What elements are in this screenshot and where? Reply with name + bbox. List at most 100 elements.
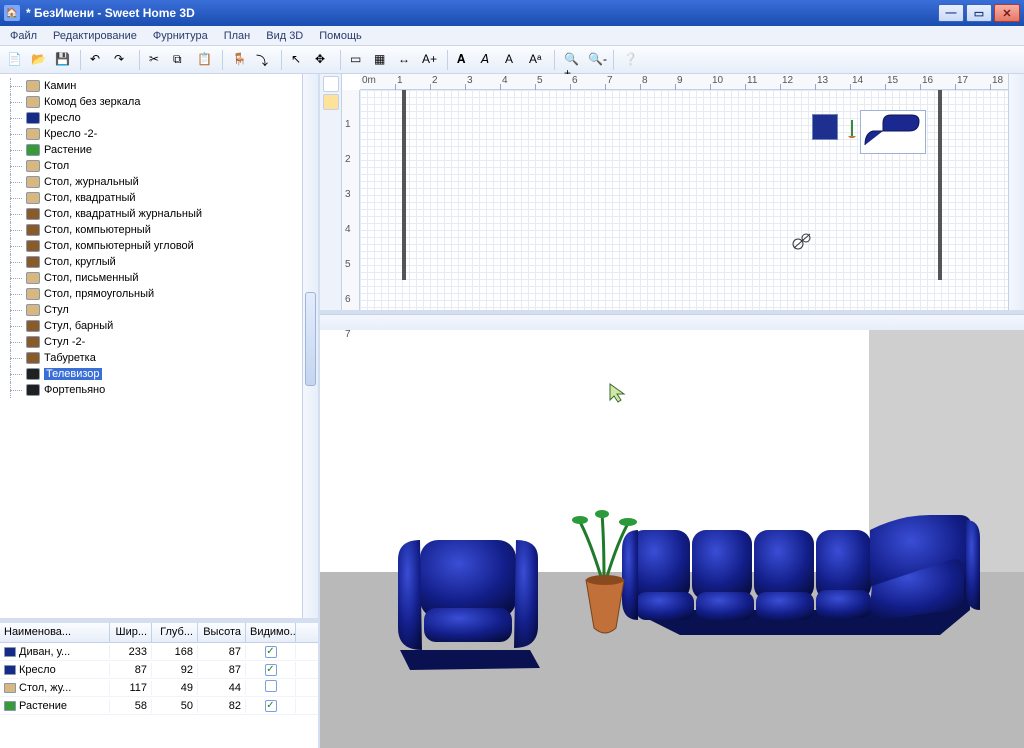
main-area: КаминКомод без зеркалаКреслоКресло -2-Ра… xyxy=(0,74,1024,748)
wall-segment[interactable] xyxy=(402,90,406,280)
col-name[interactable]: Наименова... xyxy=(0,623,110,642)
sofa-3d[interactable] xyxy=(620,460,980,650)
tree-scrollbar[interactable] xyxy=(302,74,318,618)
checkbox-icon[interactable]: ✓ xyxy=(265,700,277,712)
plan-canvas[interactable]: 0m 123456789101112131415161718 1234567 xyxy=(342,74,1008,310)
ruler-tick-label: 11 xyxy=(747,75,757,86)
furniture-tree[interactable]: КаминКомод без зеркалаКреслоКресло -2-Ра… xyxy=(0,74,302,618)
tree-item[interactable]: Стол, прямоугольный xyxy=(2,286,300,302)
menu-help[interactable]: Помощь xyxy=(313,28,368,44)
col-visible[interactable]: Видимо... xyxy=(246,623,296,642)
tree-item[interactable]: Фортепьяно xyxy=(2,382,300,398)
tree-item[interactable]: Кресло xyxy=(2,110,300,126)
plant-3d[interactable] xyxy=(570,510,640,640)
col-height[interactable]: Высота xyxy=(198,623,246,642)
open-file-icon[interactable]: 📂 xyxy=(28,49,50,71)
furniture-icon xyxy=(26,144,40,156)
tree-item[interactable]: Стул -2- xyxy=(2,334,300,350)
tree-item-label: Стол, круглый xyxy=(44,256,116,268)
tree-item[interactable]: Растение xyxy=(2,142,300,158)
menu-edit[interactable]: Редактирование xyxy=(47,28,143,44)
plan-scrollbar-horizontal[interactable] xyxy=(320,314,1024,330)
menu-furniture[interactable]: Фурнитура xyxy=(147,28,214,44)
redo-icon[interactable]: ↷ xyxy=(111,49,133,71)
import-furniture-icon[interactable]: ⤵ xyxy=(253,49,275,71)
text-italic-icon[interactable]: 𝘈 xyxy=(478,49,500,71)
minimize-button[interactable]: — xyxy=(938,4,964,22)
help-icon[interactable]: ❔ xyxy=(620,49,642,71)
tree-item[interactable]: Стол, компьютерный угловой xyxy=(2,238,300,254)
cell-visible[interactable] xyxy=(246,679,296,696)
table-row[interactable]: Растение585082✓ xyxy=(0,697,318,715)
undo-icon[interactable]: ↶ xyxy=(87,49,109,71)
zoom-in-icon: 🔍+ xyxy=(564,52,580,68)
zoom-in-icon[interactable]: 🔍+ xyxy=(561,49,583,71)
wall-segment[interactable] xyxy=(938,90,942,280)
create-dimensions-icon[interactable]: ↔ xyxy=(395,49,417,71)
text-bold-icon[interactable]: 𝐀 xyxy=(454,49,476,71)
cell-visible[interactable]: ✓ xyxy=(246,644,296,659)
tree-item-label: Фортепьяно xyxy=(44,384,105,396)
cell-visible[interactable]: ✓ xyxy=(246,662,296,677)
copy-icon[interactable]: ⧉ xyxy=(170,49,192,71)
plan-object-plant[interactable] xyxy=(846,118,858,138)
table-row[interactable]: Кресло879287✓ xyxy=(0,661,318,679)
pan-tool-icon[interactable]: ✥ xyxy=(312,49,334,71)
table-body[interactable]: Диван, у...23316887✓Кресло879287✓Стол, ж… xyxy=(0,643,318,748)
paste-icon[interactable]: 📋 xyxy=(194,49,216,71)
col-depth[interactable]: Глуб... xyxy=(152,623,198,642)
tree-item[interactable]: Комод без зеркала xyxy=(2,94,300,110)
menu-file[interactable]: Файл xyxy=(4,28,43,44)
tree-item[interactable]: Стол, круглый xyxy=(2,254,300,270)
furniture-icon xyxy=(26,288,40,300)
zoom-out-icon[interactable]: 🔍- xyxy=(585,49,607,71)
tree-item[interactable]: Стол, журнальный xyxy=(2,174,300,190)
tree-item[interactable]: Стол, компьютерный xyxy=(2,222,300,238)
checkbox-icon[interactable]: ✓ xyxy=(265,664,277,676)
tree-item[interactable]: Стол, квадратный xyxy=(2,190,300,206)
plan-object-sofa xyxy=(861,111,927,155)
cut-icon[interactable]: ✂ xyxy=(146,49,168,71)
maximize-button[interactable]: ▭ xyxy=(966,4,992,22)
tree-item[interactable]: Камин xyxy=(2,78,300,94)
plan-object-armchair[interactable] xyxy=(812,114,838,140)
tree-item[interactable]: Стол xyxy=(2,158,300,174)
table-row[interactable]: Диван, у...23316887✓ xyxy=(0,643,318,661)
new-file-icon[interactable]: 📄 xyxy=(4,49,26,71)
cell-visible[interactable]: ✓ xyxy=(246,698,296,713)
tree-item[interactable]: Стол, письменный xyxy=(2,270,300,286)
menu-view3d[interactable]: Вид 3D xyxy=(260,28,309,44)
tree-item[interactable]: Стул xyxy=(2,302,300,318)
tree-item[interactable]: Табуретка xyxy=(2,350,300,366)
menu-plan[interactable]: План xyxy=(218,28,257,44)
plan-object-sofa-bbox[interactable] xyxy=(860,110,926,154)
plan-grid[interactable] xyxy=(360,90,1008,310)
plan-home-icon[interactable] xyxy=(323,76,339,92)
tree-item[interactable]: Стол, квадратный журнальный xyxy=(2,206,300,222)
camera-icon[interactable] xyxy=(790,230,812,252)
view-3d[interactable] xyxy=(320,330,1024,748)
text-plain-icon[interactable]: A xyxy=(502,49,524,71)
checkbox-icon[interactable]: ✓ xyxy=(265,646,277,658)
new-file-icon: 📄 xyxy=(7,52,23,68)
furniture-icon xyxy=(26,176,40,188)
table-row[interactable]: Стол, жу...1174944 xyxy=(0,679,318,697)
add-furniture-icon[interactable]: 🪑 xyxy=(229,49,251,71)
create-text-icon[interactable]: A+ xyxy=(419,49,441,71)
create-rooms-icon[interactable]: ▦ xyxy=(371,49,393,71)
menu-bar: Файл Редактирование Фурнитура План Вид 3… xyxy=(0,26,1024,46)
tree-item[interactable]: Стул, барный xyxy=(2,318,300,334)
plan-exp-icon[interactable] xyxy=(323,94,339,110)
create-walls-icon[interactable]: ▭ xyxy=(347,49,369,71)
text-font-icon[interactable]: Aᵃ xyxy=(526,49,548,71)
save-icon[interactable]: 💾 xyxy=(52,49,74,71)
cut-icon: ✂ xyxy=(149,52,165,68)
armchair-3d[interactable] xyxy=(380,500,560,680)
tree-item[interactable]: Кресло -2- xyxy=(2,126,300,142)
col-width[interactable]: Шир... xyxy=(110,623,152,642)
tree-item[interactable]: Телевизор xyxy=(2,366,300,382)
select-tool-icon[interactable]: ↖ xyxy=(288,49,310,71)
checkbox-icon[interactable] xyxy=(265,680,277,692)
plan-scrollbar-vertical[interactable] xyxy=(1008,74,1024,310)
close-button[interactable]: ✕ xyxy=(994,4,1020,22)
